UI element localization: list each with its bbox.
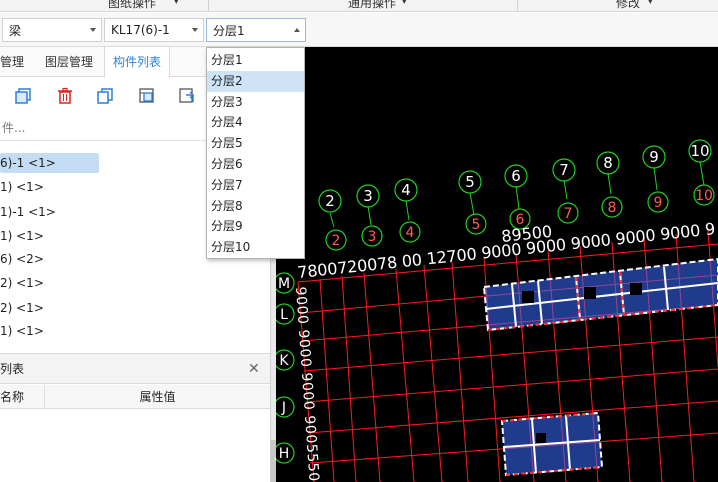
ribbon-group-common-ops[interactable]: 通用操作 (348, 0, 396, 11)
layer-copy-button[interactable] (136, 85, 158, 107)
copy-icon (97, 88, 113, 104)
chevron-up-icon (294, 28, 300, 32)
chevron-down-icon (192, 28, 198, 32)
list-item[interactable]: 2) <1> (0, 298, 44, 318)
chevron-down-icon: ▾ (174, 0, 179, 7)
svg-text:5: 5 (472, 217, 481, 233)
divider (517, 0, 518, 11)
properties-header: 列表 ✕ (0, 354, 270, 384)
properties-title: 列表 (0, 362, 25, 376)
svg-text:7: 7 (559, 161, 569, 179)
column-header-value: 属性值 (44, 385, 270, 409)
tab-management[interactable]: 管理 (0, 47, 24, 77)
copy-button[interactable] (94, 85, 116, 107)
svg-text:3: 3 (368, 229, 377, 245)
ribbon-group-modify[interactable]: 修改 (616, 0, 640, 11)
floor-option[interactable]: 分层5 (207, 133, 304, 154)
svg-text:4: 4 (401, 181, 411, 199)
svg-text:2: 2 (332, 233, 341, 249)
floor-select-value: 分层1 (213, 23, 245, 38)
selector-bar: 梁 KL17(6)-1 分层1 (0, 13, 718, 47)
category-select[interactable]: 梁 (2, 18, 102, 42)
floor-dropdown: 分层1 分层2 分层3 分层4 分层5 分层6 分层7 分层8 分层9 分层10 (206, 47, 305, 259)
svg-text:8: 8 (603, 154, 613, 172)
list-item[interactable]: 2) <1> (0, 273, 44, 293)
cad-drawing: 2 3 4 5 6 7 8 9 10 2 3 4 5 6 7 8 9 10 89… (276, 139, 718, 482)
list-item[interactable]: 1)-1 <1> (0, 202, 56, 222)
new-button[interactable] (12, 85, 34, 107)
category-select-value: 梁 (9, 23, 22, 38)
properties-panel: 列表 ✕ 名称 属性值 (0, 353, 270, 482)
svg-text:9: 9 (649, 148, 659, 166)
svg-text:2: 2 (325, 192, 335, 210)
floor-option[interactable]: 分层4 (207, 112, 304, 133)
svg-text:7: 7 (564, 206, 573, 222)
tab-component-list[interactable]: 构件列表 (104, 47, 171, 78)
svg-text:3: 3 (363, 187, 373, 205)
floor-select[interactable]: 分层1 (206, 18, 306, 42)
svg-text:L: L (280, 307, 288, 323)
svg-text:4: 4 (406, 225, 415, 241)
list-item[interactable]: 1) <1> (0, 321, 44, 341)
svg-text:H: H (279, 446, 290, 462)
svg-text:9: 9 (654, 195, 663, 211)
floor-option[interactable]: 分层6 (207, 154, 304, 175)
delete-button[interactable] (54, 85, 76, 107)
floor-option[interactable]: 分层9 (207, 216, 304, 237)
beam-block-lower (500, 411, 604, 477)
svg-text:8: 8 (608, 200, 617, 216)
list-item[interactable]: 1) <1> (0, 226, 44, 246)
floor-option[interactable]: 分层7 (207, 175, 304, 196)
floor-option[interactable]: 分层10 (207, 237, 304, 258)
svg-text:10: 10 (690, 142, 709, 160)
list-item[interactable]: 1) <1> (0, 177, 44, 197)
floor-option[interactable]: 分层1 (207, 50, 304, 71)
tab-layer-management[interactable]: 图层管理 (45, 47, 93, 77)
svg-text:M: M (278, 276, 290, 292)
close-icon[interactable]: ✕ (248, 354, 260, 384)
list-item[interactable]: 6) <2> (0, 249, 44, 269)
new-icon (15, 88, 31, 104)
chevron-down-icon: ▾ (648, 0, 653, 7)
floor-option[interactable]: 分层8 (207, 196, 304, 217)
chevron-down-icon: ▾ (402, 0, 407, 7)
svg-text:5: 5 (465, 173, 475, 191)
column-header-name: 名称 (0, 390, 25, 404)
beam-block-upper (482, 257, 718, 332)
svg-text:10: 10 (695, 188, 713, 204)
properties-columns: 名称 属性值 (0, 385, 270, 409)
layer-copy-icon (139, 88, 154, 103)
delete-icon (58, 87, 72, 104)
svg-text:J: J (281, 400, 286, 416)
divider (208, 0, 209, 11)
ribbon: 图纸操作 ▾ 通用操作 ▾ 修改 ▾ (0, 0, 718, 12)
list-item[interactable]: 6)-1 <1> (0, 153, 99, 173)
floor-copy-button[interactable] (176, 85, 198, 107)
component-select-value: KL17(6)-1 (111, 23, 170, 37)
chevron-down-icon (90, 28, 96, 32)
ribbon-group-drawing-ops[interactable]: 图纸操作 (108, 0, 156, 11)
floor-copy-icon (179, 88, 194, 103)
svg-text:6: 6 (511, 167, 521, 185)
cad-canvas[interactable]: 2 3 4 5 6 7 8 9 10 2 3 4 5 6 7 8 9 10 89… (276, 47, 718, 482)
floor-option[interactable]: 分层3 (207, 92, 304, 113)
component-select[interactable]: KL17(6)-1 (104, 18, 204, 42)
left-dimension-row: 9000 9000 9000 9005550 (292, 286, 322, 482)
svg-text:K: K (279, 353, 289, 369)
floor-option[interactable]: 分层2 (207, 70, 304, 92)
